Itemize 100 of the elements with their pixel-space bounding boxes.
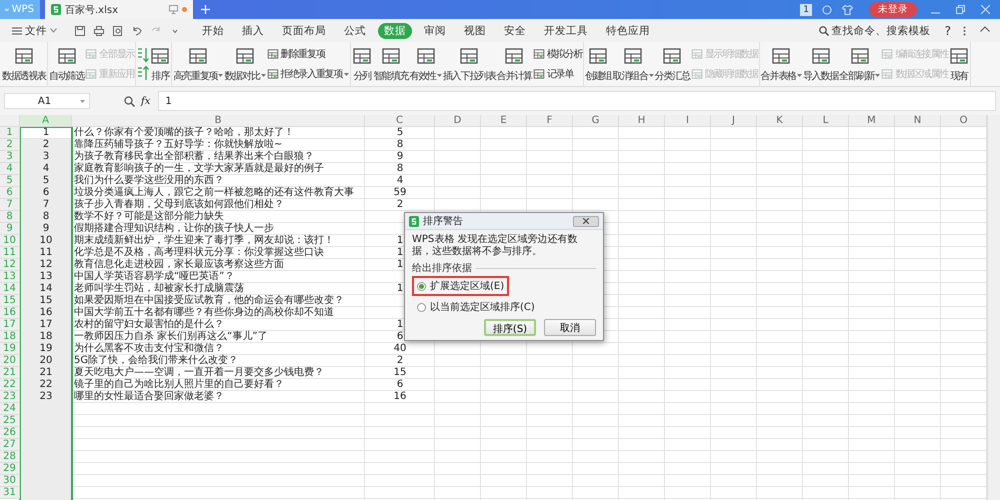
table-cell[interactable]: 孩子步入青春期，父母到底该如何跟他们相处？: [72, 199, 365, 211]
table-cell[interactable]: 15: [365, 367, 435, 379]
login-button[interactable]: 未登录: [869, 2, 917, 17]
ribbon-button[interactable]: 智能填充: [373, 44, 408, 84]
table-cell[interactable]: 老师叫学生罚站，却被家长打成脑震荡: [72, 283, 365, 295]
column-header[interactable]: C: [365, 115, 435, 127]
radio-button[interactable]: [417, 282, 426, 290]
table-cell[interactable]: 13: [20, 271, 72, 283]
save-icon[interactable]: [75, 26, 85, 36]
table-cell[interactable]: 农村的留守妇女最害怕的是什么？: [72, 319, 365, 331]
column-header[interactable]: K: [757, 115, 803, 127]
ribbon-button[interactable]: 有效性: [409, 44, 442, 84]
menu-tab[interactable]: 页面布局: [276, 22, 332, 38]
ribbon-button[interactable]: 拒绝录入重复项: [266, 66, 350, 82]
table-cell[interactable]: 17: [20, 319, 72, 331]
menu-tab[interactable]: 特色应用: [600, 22, 656, 38]
table-cell[interactable]: 4: [365, 175, 435, 187]
ribbon-button[interactable]: 自动筛选: [49, 44, 84, 84]
menu-tab[interactable]: 视图: [458, 22, 492, 38]
column-header[interactable]: L: [803, 115, 849, 127]
shirt-icon[interactable]: [842, 4, 853, 14]
column-header[interactable]: N: [895, 115, 941, 127]
zoom-icon[interactable]: [124, 96, 135, 106]
column-header[interactable]: B: [72, 115, 365, 127]
radio-option[interactable]: 扩展选定区域(E): [412, 276, 510, 296]
column-header[interactable]: D: [435, 115, 481, 127]
table-cell[interactable]: 什么？你家有个爱顶嘴的孩子？哈哈，那太好了！: [72, 127, 365, 139]
table-cell[interactable]: 2: [365, 355, 435, 367]
ribbon-button[interactable]: 导入数据: [802, 44, 838, 84]
ribbon-button[interactable]: 合并计算: [496, 44, 532, 84]
name-box[interactable]: A1: [4, 93, 90, 109]
ribbon-button[interactable]: 插入下拉列表: [442, 44, 496, 84]
table-cell[interactable]: 14: [20, 283, 72, 295]
table-cell[interactable]: 6: [20, 187, 72, 199]
help-button[interactable]: ?: [944, 24, 951, 38]
table-cell[interactable]: 16: [20, 307, 72, 319]
radio-option[interactable]: 以当前选定区域排序(C): [412, 297, 540, 317]
table-cell[interactable]: 8: [365, 163, 435, 175]
ribbon-button[interactable]: 合并表格: [760, 44, 802, 84]
table-cell[interactable]: 哪里的女性最适合娶回家做老婆？: [72, 391, 365, 403]
ribbon-button[interactable]: 排序: [150, 44, 170, 84]
table-cell[interactable]: 12: [20, 259, 72, 271]
table-cell[interactable]: 3: [20, 151, 72, 163]
ribbon-button[interactable]: 模拟分析: [532, 46, 582, 62]
close-button[interactable]: [573, 216, 599, 226]
ribbon-button[interactable]: 删除重复项: [266, 46, 350, 62]
table-cell[interactable]: 15: [20, 295, 72, 307]
table-cell[interactable]: 8: [20, 211, 72, 223]
table-cell[interactable]: 10: [20, 235, 72, 247]
table-cell[interactable]: 中国人学英语容易学成“哑巴英语”？: [72, 271, 365, 283]
table-cell[interactable]: 23: [20, 391, 72, 403]
table-cell[interactable]: 为孩子教育移民拿出全部积蓄，结果养出来个白眼狼？: [72, 151, 365, 163]
table-cell[interactable]: 中国大学前五十名都有哪些？有些你身边的高校你却不知道: [72, 307, 365, 319]
table-cell[interactable]: 6: [365, 379, 435, 391]
menu-tab[interactable]: 插入: [236, 22, 270, 38]
table-cell[interactable]: 18: [20, 331, 72, 343]
table-cell[interactable]: 期末成绩新鲜出炉，学生迎来了毒打季，网友却说：该打！: [72, 235, 365, 247]
table-cell[interactable]: 1: [20, 127, 72, 139]
table-cell[interactable]: 我们为什么要学这些没用的东西？: [72, 175, 365, 187]
column-header[interactable]: O: [941, 115, 987, 127]
column-header[interactable]: M: [849, 115, 895, 127]
column-header[interactable]: I: [665, 115, 711, 127]
table-cell[interactable]: 7: [20, 199, 72, 211]
table-cell[interactable]: 垃圾分类逼疯上海人，跟它之前一样被忽略的还有这件教育大事: [72, 187, 365, 199]
preview-icon[interactable]: [113, 26, 123, 36]
table-cell[interactable]: 22: [20, 379, 72, 391]
table-cell[interactable]: 5G除了快，会给我们带来什么改变？: [72, 355, 365, 367]
ribbon-button[interactable]: 现有: [949, 44, 970, 84]
column-header[interactable]: F: [527, 115, 573, 127]
ribbon-button[interactable]: 分列: [352, 44, 372, 84]
table-cell[interactable]: 19: [20, 343, 72, 355]
table-cell[interactable]: 16: [365, 391, 435, 403]
table-cell[interactable]: 2: [365, 199, 435, 211]
print-icon[interactable]: [94, 26, 104, 36]
radio-button[interactable]: [417, 302, 426, 312]
function-label[interactable]: fx: [141, 96, 150, 106]
column-header[interactable]: G: [573, 115, 619, 127]
table-cell[interactable]: 4: [20, 163, 72, 175]
table-cell[interactable]: 镜子里的自己为啥比别人照片里的自己要好看？: [72, 379, 365, 391]
table-cell[interactable]: 家庭教育影响孩子的一生，文学大家茅盾就是最好的例子: [72, 163, 365, 175]
menu-tab[interactable]: 公式: [338, 22, 372, 38]
table-cell[interactable]: 9: [20, 223, 72, 235]
table-cell[interactable]: 2: [20, 139, 72, 151]
table-cell[interactable]: 靠降压药辅导孩子？五好导学：你就快解放啦~: [72, 139, 365, 151]
new-tab-icon[interactable]: [201, 5, 210, 14]
ribbon-button[interactable]: 高亮重复项: [173, 44, 224, 84]
ribbon-button[interactable]: 记录单: [532, 66, 582, 82]
file-menu[interactable]: 文件: [8, 22, 61, 38]
ribbon-button[interactable]: 分类汇总: [654, 44, 690, 84]
column-header[interactable]: E: [481, 115, 527, 127]
table-cell[interactable]: 20: [20, 355, 72, 367]
table-cell[interactable]: 教育信息化走进校园，家长最应该考察这些方面: [72, 259, 365, 271]
table-cell[interactable]: 5: [20, 175, 72, 187]
table-cell[interactable]: 8: [365, 139, 435, 151]
file-tab[interactable]: 百家号.xlsx: [45, 0, 193, 19]
table-cell[interactable]: 9: [365, 151, 435, 163]
table-cell[interactable]: 为什么黑客不攻击支付宝和微信？: [72, 343, 365, 355]
ribbon-button[interactable]: 取消组合: [612, 44, 654, 84]
command-search[interactable]: 查找命令、搜索模板: [818, 24, 931, 38]
ribbon-button[interactable]: 数据透视表: [2, 44, 46, 84]
